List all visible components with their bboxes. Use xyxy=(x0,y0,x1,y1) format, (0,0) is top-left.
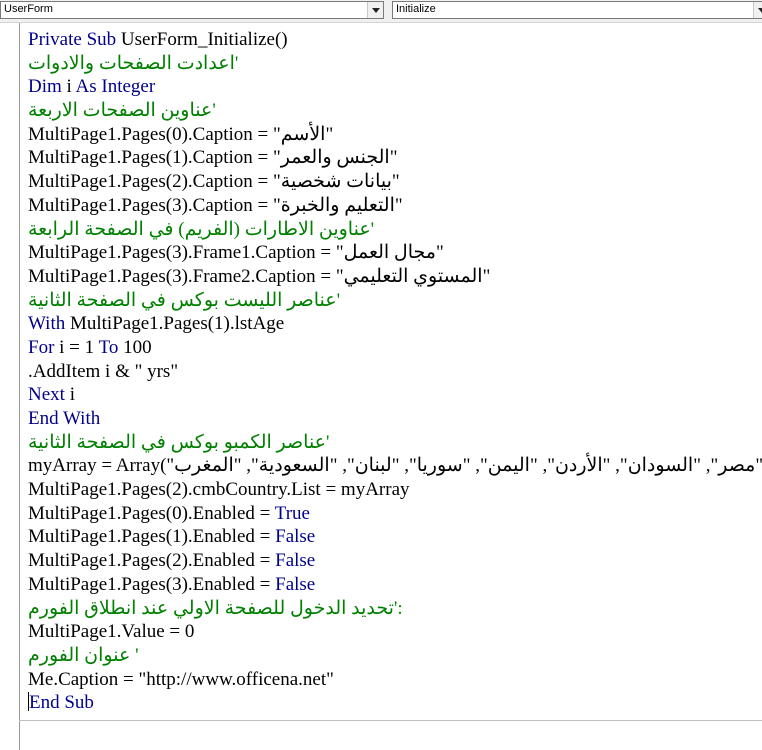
code-line: MultiPage1.Pages(1).Enabled = False xyxy=(28,525,762,549)
code-text-span: MultiPage1.Pages(1).lstAge xyxy=(65,313,285,335)
code-text-span: i = 1 xyxy=(54,336,99,358)
code-line: MultiPage1.Value = 0 xyxy=(28,621,195,643)
code-line: MultiPage1.Pages(2).Enabled = False xyxy=(28,549,762,573)
code-text-span: MultiPage1.Pages(1).Enabled = xyxy=(28,526,276,548)
keyword: False xyxy=(275,526,316,548)
code-window-toolbar: UserForm Initialize xyxy=(0,0,762,23)
code-line: MultiPage1.Pages(3).Caption = "التعليم و… xyxy=(28,194,403,216)
keyword: Dim xyxy=(28,76,62,98)
code-line: MultiPage1.Pages(0).Enabled = True xyxy=(28,502,762,526)
code-line: Me.Caption = "http://www.officena.net" xyxy=(28,668,334,690)
keyword: End Sub xyxy=(29,692,94,714)
keyword: Next xyxy=(28,384,65,406)
keyword: For xyxy=(28,336,55,358)
code-line: .AddItem i & " yrs" xyxy=(28,360,179,382)
keyword: With xyxy=(28,313,66,335)
comment-line: عناوين الاطارات (الفريم) في الصفحة الراب… xyxy=(28,218,375,240)
code-text[interactable]: Private Sub UserForm_Initialize() اعدادت… xyxy=(28,28,762,715)
comment-line: عناصر الكمبو بوكس في الصفحة الثانية' xyxy=(28,431,330,453)
keyword: To xyxy=(98,336,119,358)
code-line: MultiPage1.Pages(2).cmbCountry.List = my… xyxy=(28,479,410,501)
comment-line: عناصر الليست بوكس في الصفحة الثانية' xyxy=(28,289,341,311)
keyword: False xyxy=(275,573,316,595)
code-text-span: 100 xyxy=(118,336,152,358)
chevron-down-icon[interactable] xyxy=(367,2,383,18)
code-text-span: MultiPage1.Pages(3).Enabled = xyxy=(28,573,276,595)
code-line: End With xyxy=(28,407,762,431)
code-text-span: MultiPage1.Pages(0).Enabled = xyxy=(28,502,275,524)
code-line: MultiPage1.Pages(3).Frame2.Caption = "ال… xyxy=(28,265,491,287)
keyword: False xyxy=(275,550,316,572)
keyword: Private Sub xyxy=(28,29,117,50)
procedure-dropdown-value: Initialize xyxy=(396,3,436,15)
keyword: As Integer xyxy=(75,76,156,98)
code-line: Dim i As Integer xyxy=(28,75,762,99)
margin-indicator-bar[interactable] xyxy=(0,23,20,750)
chevron-down-icon[interactable] xyxy=(753,2,762,18)
code-text-span: UserForm_Initialize() xyxy=(116,29,288,50)
procedure-separator xyxy=(19,720,762,721)
comment-line: عنوان الفورم ' xyxy=(28,644,139,666)
keyword: End With xyxy=(28,408,101,429)
code-line: Next i xyxy=(28,383,762,407)
code-line: MultiPage1.Pages(1).Caption = "الجنس وال… xyxy=(28,147,398,169)
code-line: MultiPage1.Pages(3).Enabled = False xyxy=(28,573,762,597)
code-line: MultiPage1.Pages(2).Caption = "بيانات شخ… xyxy=(28,171,400,193)
object-dropdown-value: UserForm xyxy=(4,3,53,15)
code-text-span: i xyxy=(64,384,75,406)
procedure-dropdown[interactable]: Initialize xyxy=(392,1,762,19)
code-line: With MultiPage1.Pages(1).lstAge xyxy=(28,312,762,336)
code-text-span: i xyxy=(61,76,76,98)
code-line: myArray = Array("مصر", "السودان", "الأرد… xyxy=(28,455,762,477)
code-line: MultiPage1.Pages(0).Caption = "الأسم" xyxy=(28,123,334,145)
code-line: End Sub xyxy=(28,691,762,715)
comment-line: اعدادت الصفحات والادوات' xyxy=(28,52,239,74)
comment-line: تحديد الدخول للصفحة الاولي عند انطلاق ال… xyxy=(28,597,403,619)
object-dropdown[interactable]: UserForm xyxy=(0,1,384,19)
code-text-span: MultiPage1.Pages(2).Enabled = xyxy=(28,550,276,572)
code-line: Private Sub UserForm_Initialize() xyxy=(28,28,762,52)
keyword: True xyxy=(274,502,310,524)
code-line: For i = 1 To 100 xyxy=(28,336,762,360)
comment-line: عناوين الصفحات الاربعة' xyxy=(28,100,216,122)
code-editor[interactable]: Private Sub UserForm_Initialize() اعدادت… xyxy=(0,23,762,750)
code-line: MultiPage1.Pages(3).Frame1.Caption = "مج… xyxy=(28,242,444,264)
